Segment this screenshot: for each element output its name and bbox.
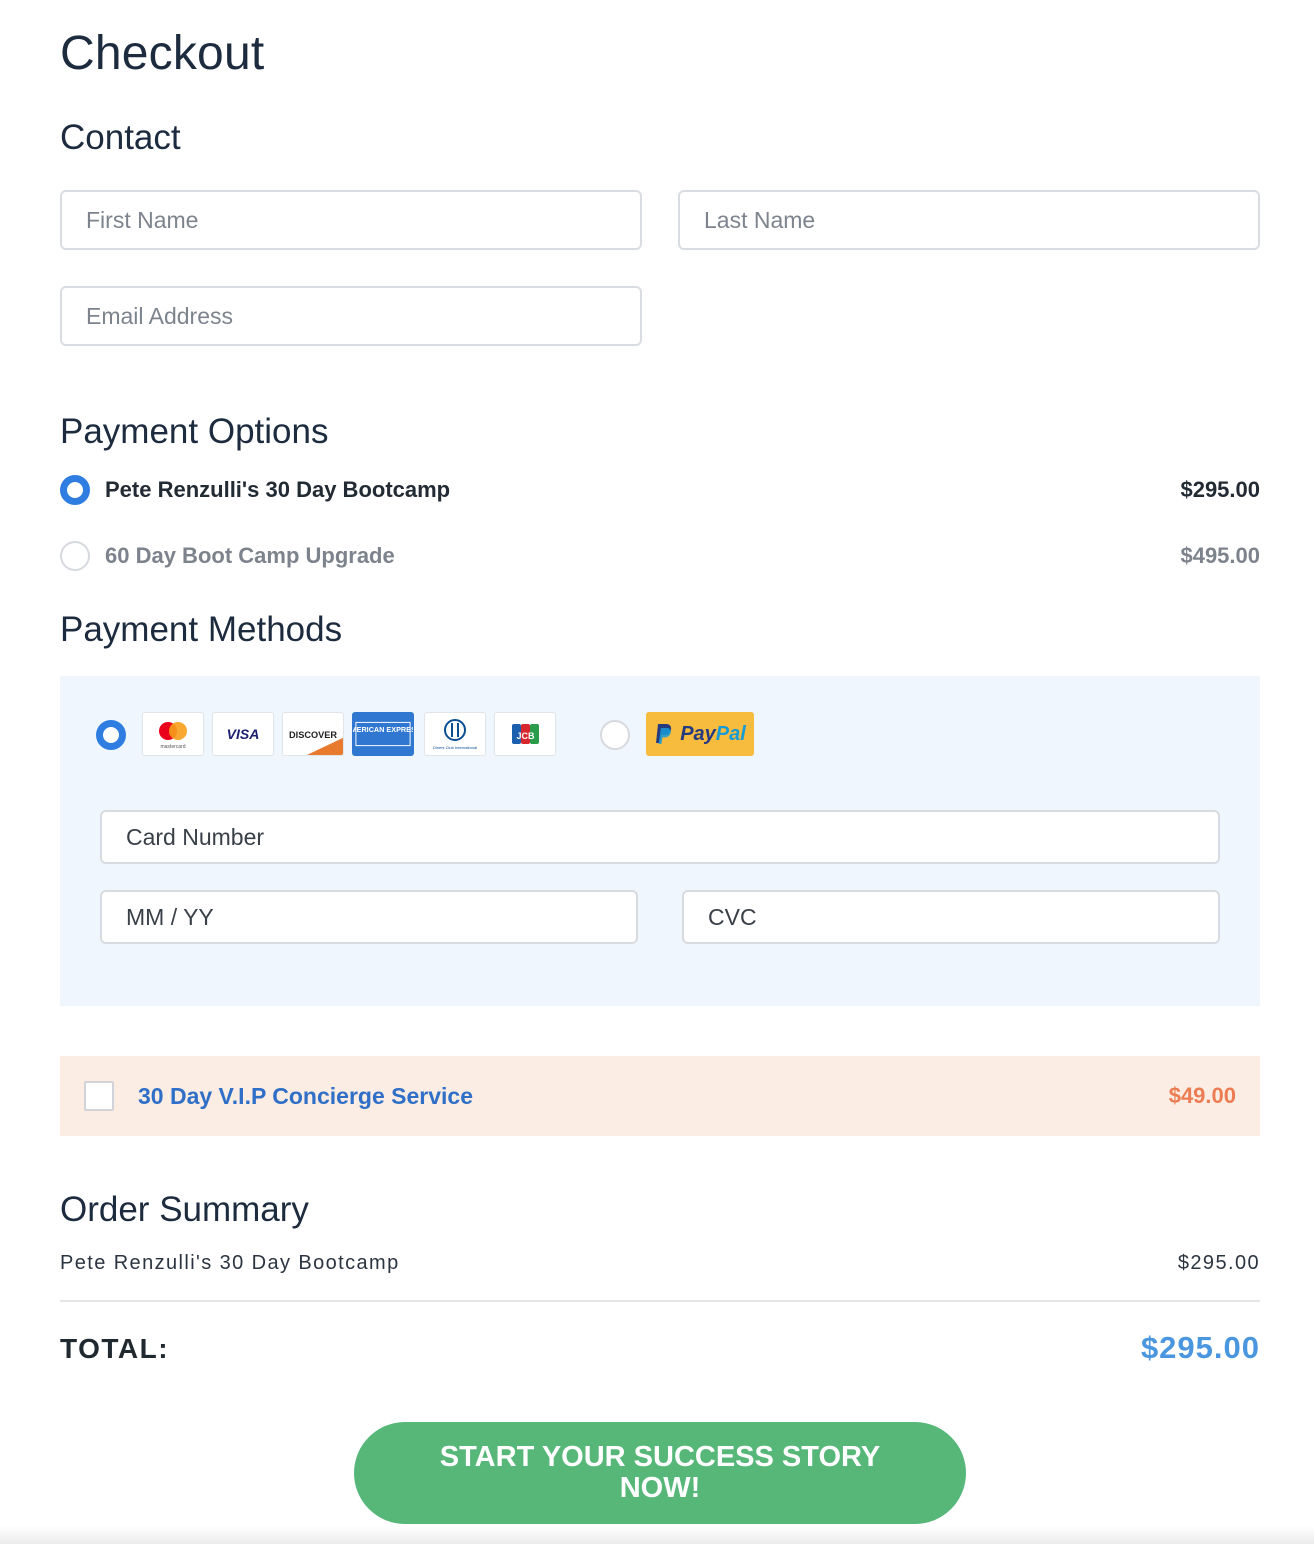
payment-option-price: $295.00 <box>1180 477 1260 502</box>
first-name-field[interactable] <box>60 190 642 250</box>
paypal-method-radio[interactable] <box>600 720 630 750</box>
contact-heading: Contact <box>60 118 181 157</box>
expiry-input[interactable] <box>102 892 636 942</box>
payment-option-radio[interactable] <box>60 475 90 505</box>
total-value: $295.00 <box>1140 1330 1260 1365</box>
mastercard-icon: mastercard <box>142 712 204 756</box>
summary-item-price: $295.00 <box>1177 1252 1260 1274</box>
summary-divider <box>60 1300 1260 1302</box>
expiry-field[interactable] <box>100 890 638 944</box>
summary-line-item: Pete Renzulli's 30 Day Bootcamp $295.00 <box>60 1252 1260 1275</box>
last-name-input[interactable] <box>680 192 1258 248</box>
jcb-icon: JCB <box>494 712 556 756</box>
payment-option-30-day[interactable]: Pete Renzulli's 30 Day Bootcamp $295.00 <box>60 470 1260 510</box>
total-row: TOTAL: $295.00 <box>60 1330 1260 1366</box>
jcb-text: JCB <box>516 731 535 741</box>
payment-methods-heading: Payment Methods <box>60 610 343 649</box>
first-name-input[interactable] <box>62 192 640 248</box>
diners-club-text: Diners Club International <box>433 745 477 750</box>
cvc-field[interactable] <box>682 890 1220 944</box>
visa-icon: VISA <box>212 712 274 756</box>
payment-option-label: 60 Day Boot Camp Upgrade <box>105 543 395 568</box>
payment-option-radio[interactable] <box>60 541 90 571</box>
diners-club-icon: Diners Club International <box>424 712 486 756</box>
visa-text: VISA <box>227 726 260 742</box>
discover-text: DISCOVER <box>289 730 337 740</box>
card-method-radio[interactable] <box>96 720 126 750</box>
amex-text: AMERICAN EXPRESS <box>353 725 413 734</box>
email-field[interactable] <box>60 286 642 346</box>
discover-icon: DISCOVER <box>282 712 344 756</box>
card-number-input[interactable] <box>102 812 1218 862</box>
last-name-field[interactable] <box>678 190 1260 250</box>
card-number-field[interactable] <box>100 810 1220 864</box>
paypal-text-pay: Pay <box>680 722 716 745</box>
order-summary-heading: Order Summary <box>60 1190 309 1229</box>
summary-item-label: Pete Renzulli's 30 Day Bootcamp <box>60 1252 400 1274</box>
upsell-price: $49.00 <box>1168 1083 1236 1108</box>
payment-methods-panel: mastercard VISA DISCOVER AMERICAN EXPRES… <box>60 676 1260 1006</box>
payment-option-price: $495.00 <box>1180 543 1260 568</box>
upsell-checkbox[interactable] <box>84 1081 114 1111</box>
submit-order-button[interactable]: START YOUR SUCCESS STORY NOW! <box>354 1422 966 1524</box>
paypal-text-pal: Pal <box>715 722 746 745</box>
upsell-bump[interactable]: 30 Day V.I.P Concierge Service $49.00 <box>60 1056 1260 1136</box>
payment-option-60-day[interactable]: 60 Day Boot Camp Upgrade $495.00 <box>60 536 1260 576</box>
upsell-label: 30 Day V.I.P Concierge Service <box>138 1082 473 1109</box>
amex-icon: AMERICAN EXPRESS <box>352 712 414 756</box>
payment-option-label: Pete Renzulli's 30 Day Bootcamp <box>105 477 451 502</box>
bottom-fade <box>0 1526 1314 1544</box>
page-title: Checkout <box>60 27 265 80</box>
email-input[interactable] <box>62 288 640 344</box>
cvc-input[interactable] <box>684 892 1218 942</box>
total-label: TOTAL: <box>60 1333 170 1364</box>
mastercard-text: mastercard <box>160 744 185 750</box>
paypal-icon[interactable]: Pay Pal <box>646 712 754 756</box>
payment-options-heading: Payment Options <box>60 412 329 451</box>
